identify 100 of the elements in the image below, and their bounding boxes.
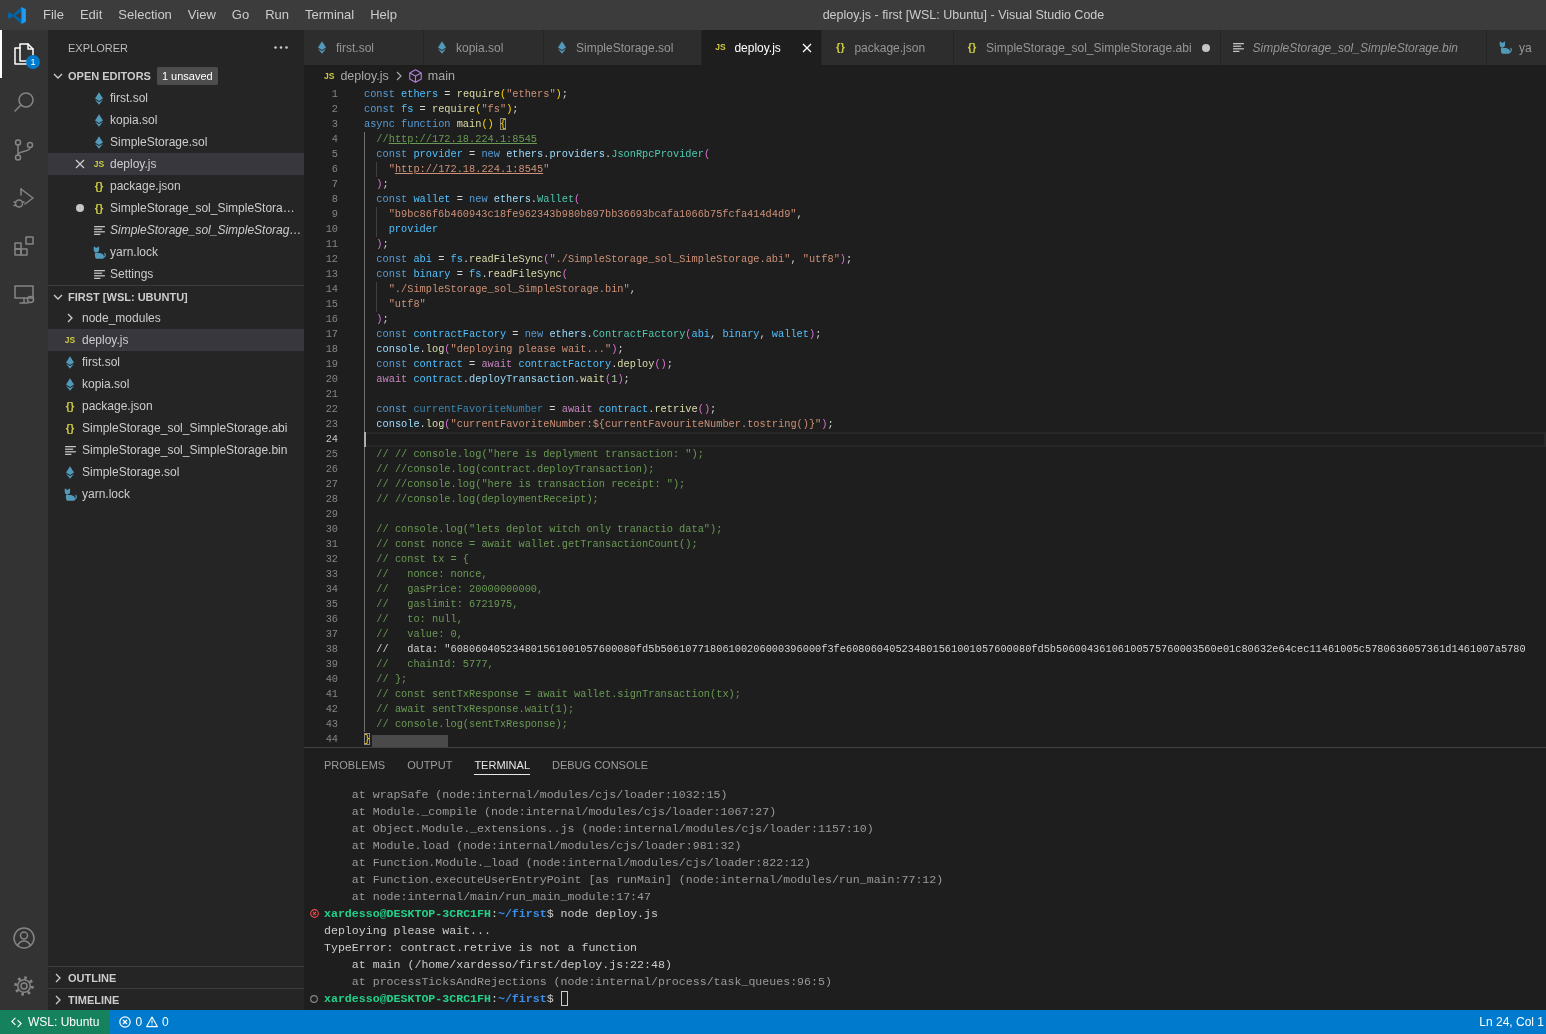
tree-item[interactable]: first.sol xyxy=(48,351,304,373)
editor-tab[interactable]: ya xyxy=(1487,30,1546,65)
line-number: 25 xyxy=(324,447,338,462)
code-line: // console.log("lets deplot witch only tranactio data"); xyxy=(376,522,723,537)
close-icon[interactable] xyxy=(75,159,85,169)
code-line: // //console.log("here is transaction receipt: "); xyxy=(376,477,686,492)
code-line: // await sentTxResponse.wait(1); xyxy=(376,702,575,717)
open-editor-item[interactable]: kopia.sol xyxy=(48,109,304,131)
diamond-icon xyxy=(95,113,103,127)
tree-item[interactable]: JS deploy.js xyxy=(48,329,304,351)
editor-tab[interactable]: {} SimpleStorage_sol_SimpleStorage.abi xyxy=(954,30,1221,65)
panel-tab[interactable]: TERMINAL xyxy=(474,755,530,775)
code-line: // //console.log(contract.deployTransaction); xyxy=(376,462,655,477)
settings-icon[interactable] xyxy=(12,974,36,998)
terminal-line: deploying please wait... xyxy=(324,923,491,939)
tree-item[interactable]: {} SimpleStorage_sol_SimpleStorage.abi xyxy=(48,417,304,439)
tree-item[interactable]: yarn.lock xyxy=(48,483,304,505)
cat-icon xyxy=(92,245,106,259)
folder-item[interactable]: node_modules xyxy=(48,307,304,329)
editor-tab[interactable]: first.sol xyxy=(304,30,424,65)
panel-tab[interactable]: OUTPUT xyxy=(407,755,453,775)
open-editor-item[interactable]: Settings xyxy=(48,263,304,285)
open-editor-item[interactable]: yarn.lock xyxy=(48,241,304,263)
panel-tab[interactable]: DEBUG CONSOLE xyxy=(552,755,648,775)
section-header[interactable]: OPEN EDITORS 1 unsaved xyxy=(48,65,304,87)
open-editor-item[interactable]: first.sol xyxy=(48,87,304,109)
tree-item[interactable]: SimpleStorage_sol_SimpleStorage.bin xyxy=(48,439,304,461)
line-number: 30 xyxy=(324,522,338,537)
terminal-line: at wrapSafe (node:internal/modules/cjs/loader:1032:15) xyxy=(351,787,728,803)
line-number: 6 xyxy=(330,162,338,177)
open-editor-item[interactable]: JS deploy.js xyxy=(48,153,304,175)
tree-item[interactable]: {} package.json xyxy=(48,395,304,417)
js-icon: JS xyxy=(64,335,76,345)
terminal-line: xardesso@DESKTOP-3CRC1FH:~/first$ node deploy.js xyxy=(324,906,658,922)
menu-item[interactable]: Edit xyxy=(71,4,111,26)
terminal-line: at main (/home/xardesso/first/deploy.js:22:48) xyxy=(351,957,672,973)
code-line: ); xyxy=(376,312,389,327)
circle-icon xyxy=(310,994,318,1003)
braces-icon: {} xyxy=(94,202,104,214)
files-icon[interactable] xyxy=(12,42,36,66)
breadcrumb-item[interactable]: JS deploy.js xyxy=(324,69,389,83)
line-number: 17 xyxy=(324,327,338,342)
editor-tab[interactable]: kopia.sol xyxy=(424,30,544,65)
play-bug-icon[interactable] xyxy=(12,186,36,210)
open-editor-item[interactable]: SimpleStorage_sol_SimpleStorag… xyxy=(48,219,304,241)
line-number: 43 xyxy=(324,717,338,732)
code-line: // //console.log(deploymentReceipt); xyxy=(376,492,599,507)
cursor-position[interactable]: Ln 24, Col 1 xyxy=(1473,1010,1546,1034)
branch-icon[interactable] xyxy=(12,138,36,162)
line-number: 3 xyxy=(330,117,338,132)
monitor-icon[interactable] xyxy=(12,282,36,306)
open-editor-item[interactable]: {} SimpleStorage_sol_SimpleStora… xyxy=(48,197,304,219)
code-line: //http://172.18.224.1:8545 xyxy=(376,132,537,147)
menu-item[interactable]: Selection xyxy=(110,4,180,26)
line-number: 10 xyxy=(324,222,338,237)
lines-icon xyxy=(1233,43,1245,52)
search-icon[interactable] xyxy=(12,90,36,114)
terminal-line: TypeError: contract.retrive is not a function xyxy=(324,940,638,956)
editor-tab[interactable]: SimpleStorage_sol_SimpleStorage.bin xyxy=(1220,30,1487,65)
editor-tab[interactable]: SimpleStorage.sol xyxy=(544,30,703,65)
code-line: const ethers = require("ethers"); xyxy=(364,87,568,102)
code-line: const provider = new ethers.providers.JsonRpcProvider( xyxy=(376,147,711,162)
menu-item[interactable]: File xyxy=(35,4,72,26)
line-number: 31 xyxy=(324,537,338,552)
js-icon: JS xyxy=(93,159,105,169)
editor-tab[interactable]: JS deploy.js xyxy=(702,30,823,65)
tree-item[interactable]: kopia.sol xyxy=(48,373,304,395)
diamond-icon xyxy=(318,41,326,54)
scrollbar-thumb[interactable] xyxy=(372,735,448,747)
menu-item[interactable]: Run xyxy=(257,4,297,26)
section-header[interactable]: OUTLINE xyxy=(48,966,304,988)
logo-icon xyxy=(8,6,26,24)
problems-indicator[interactable]: 0 0 xyxy=(109,1010,179,1034)
open-editor-item[interactable]: SimpleStorage.sol xyxy=(48,131,304,153)
line-number: 8 xyxy=(330,192,338,207)
account-icon[interactable] xyxy=(12,926,36,950)
code-line: // // console.log("here is deplyment transaction: "); xyxy=(376,447,704,462)
more-icon[interactable] xyxy=(274,46,288,49)
line-number: 29 xyxy=(324,507,338,522)
blocks-icon[interactable] xyxy=(12,234,36,258)
line-number: 22 xyxy=(324,402,338,417)
menu-item[interactable]: Help xyxy=(362,4,405,26)
tree-item[interactable]: SimpleStorage.sol xyxy=(48,461,304,483)
open-editor-item[interactable]: {} package.json xyxy=(48,175,304,197)
code-line: // chainId: 5777, xyxy=(376,657,494,672)
terminal-line: at Module._compile (node:internal/modules/cjs/loader:1067:27) xyxy=(351,804,777,820)
menu-item[interactable]: View xyxy=(179,4,224,26)
braces-icon: {} xyxy=(65,400,75,412)
breadcrumb-item[interactable]: main xyxy=(408,69,455,83)
remote-indicator[interactable]: WSL: Ubuntu xyxy=(0,1010,110,1034)
code-line: // gaslimit: 6721975, xyxy=(376,597,519,612)
line-number: 19 xyxy=(324,357,338,372)
panel-tab[interactable]: PROBLEMS xyxy=(324,755,386,775)
braces-icon: {} xyxy=(94,180,104,192)
menu-item[interactable]: Terminal xyxy=(297,4,363,26)
editor-tab[interactable]: {} package.json xyxy=(822,30,955,65)
menu-item[interactable]: Go xyxy=(223,4,258,26)
code-line: ); xyxy=(376,237,389,252)
unsaved-badge: 1 unsaved xyxy=(156,67,218,85)
section-header[interactable]: FIRST [WSL: UBUNTU] xyxy=(48,285,304,307)
